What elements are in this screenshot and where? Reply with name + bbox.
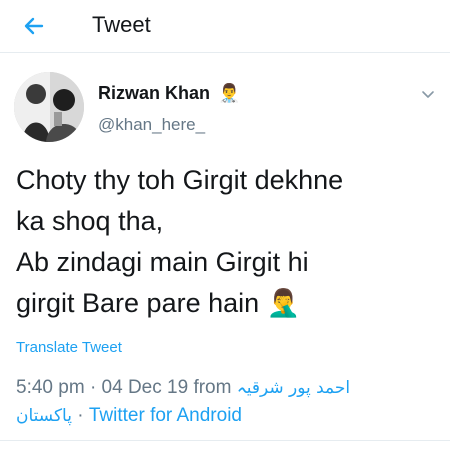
tweet-location-country-link[interactable]: پاکستان bbox=[16, 406, 72, 426]
author-name-text: Rizwan Khan bbox=[98, 83, 211, 103]
chevron-down-icon bbox=[422, 91, 434, 98]
tweet-meta-row-1: 5:40 pm · 04 Dec 19 from احمد پور شرقیہ bbox=[16, 374, 436, 402]
tweet-options-button[interactable] bbox=[418, 84, 438, 104]
arrow-left-icon bbox=[24, 17, 44, 35]
top-bar: Tweet bbox=[0, 0, 450, 53]
tweet-text-line: Ab zindagi main Girgit hi bbox=[16, 247, 309, 277]
tweet-date: 04 Dec 19 bbox=[101, 377, 189, 398]
author-name[interactable]: Rizwan Khan 👨‍⚕️ bbox=[98, 83, 240, 104]
tweet-text-line-last: girgit Bare pare hain 🤦‍♂️ bbox=[16, 283, 436, 324]
tweet-text-segment: girgit Bare pare hain bbox=[16, 288, 260, 318]
tweet-meta: 5:40 pm · 04 Dec 19 from احمد پور شرقیہ … bbox=[16, 374, 436, 430]
translate-tweet-link[interactable]: Translate Tweet bbox=[16, 339, 122, 356]
health-worker-emoji-icon: 👨‍⚕️ bbox=[218, 83, 241, 103]
tweet-text-line: Choty thy toh Girgit dekhne bbox=[16, 165, 344, 195]
meta-separator: · bbox=[89, 377, 97, 398]
divider bbox=[0, 440, 450, 441]
author-handle[interactable]: @khan_here_ bbox=[98, 115, 205, 135]
from-label: from bbox=[193, 377, 232, 398]
facepalm-emoji-icon: 🤦‍♂️ bbox=[266, 288, 301, 318]
avatar-image bbox=[14, 72, 84, 142]
page-title: Tweet bbox=[92, 12, 151, 37]
tweet-text-line: ka shoq tha, bbox=[16, 206, 164, 236]
tweet-source-link[interactable]: Twitter for Android bbox=[89, 405, 242, 426]
back-button[interactable] bbox=[18, 10, 50, 42]
tweet-meta-row-2: پاکستان · Twitter for Android bbox=[16, 402, 436, 430]
tweet-text: Choty thy toh Girgit dekhne ka shoq tha,… bbox=[16, 160, 436, 324]
meta-separator: · bbox=[77, 405, 84, 426]
tweet-location-link[interactable]: احمد پور شرقیہ bbox=[237, 378, 350, 398]
tweet-time: 5:40 pm bbox=[16, 377, 85, 398]
avatar[interactable] bbox=[14, 72, 84, 142]
